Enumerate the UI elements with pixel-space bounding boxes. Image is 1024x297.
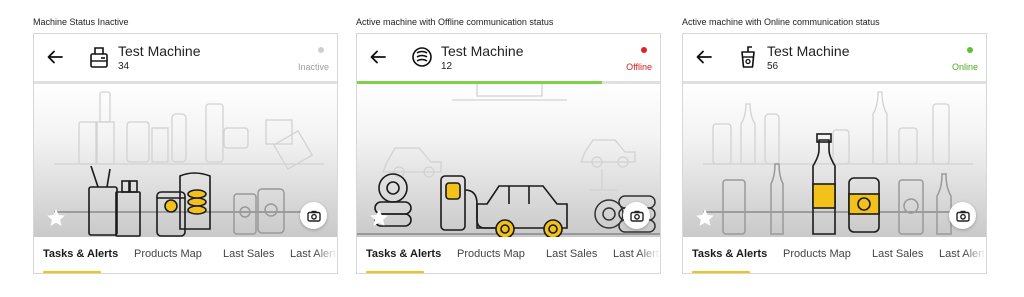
back-arrow-icon[interactable] [45, 47, 65, 67]
tab-tasks-alerts[interactable]: Tasks & Alerts [692, 248, 767, 260]
status-dot [318, 47, 324, 53]
tab-products-map[interactable]: Products Map [134, 248, 202, 260]
tab-bar: Tasks & Alerts Products Map Last Sales L… [683, 237, 986, 273]
machine-name: Test Machine [441, 43, 524, 59]
machine-header: Test Machine 34 Inactive [34, 34, 337, 81]
tab-tasks-alerts[interactable]: Tasks & Alerts [366, 248, 441, 260]
back-arrow-icon[interactable] [694, 47, 714, 67]
panel-caption: Active machine with Online communication… [682, 17, 880, 27]
ticket-machine-icon [90, 47, 108, 68]
tab-products-map[interactable]: Products Map [457, 248, 525, 260]
tab-products-map[interactable]: Products Map [783, 248, 851, 260]
machine-card: Test Machine 56 Online Tasks & Alerts Pr… [682, 33, 987, 274]
status-dot [641, 47, 647, 53]
tab-last-sales[interactable]: Last Sales [223, 248, 274, 260]
tab-last-sales[interactable]: Last Sales [872, 248, 923, 260]
machine-panel-inactive: Machine Status Inactive Test Machine 34 … [33, 0, 338, 297]
status-text: Offline [626, 62, 652, 72]
panel-caption: Active machine with Offline communicatio… [356, 17, 554, 27]
machine-card: Test Machine 12 Offline Tasks & Alerts P… [356, 33, 661, 274]
tab-bar: Tasks & Alerts Products Map Last Sales L… [34, 237, 337, 273]
favorite-star-icon[interactable] [45, 207, 67, 229]
active-tab-indicator [366, 271, 424, 273]
camera-icon [955, 210, 970, 222]
camera-button[interactable] [623, 202, 650, 229]
tab-last-sales[interactable]: Last Sales [546, 248, 597, 260]
machine-number: 56 [767, 61, 779, 72]
favorite-star-icon[interactable] [694, 207, 716, 229]
machine-name: Test Machine [118, 43, 201, 59]
machine-card: Test Machine 34 Inactive Tasks & Alerts … [33, 33, 338, 274]
drink-cup-icon [741, 46, 755, 68]
active-tab-indicator [43, 271, 101, 273]
camera-button[interactable] [949, 202, 976, 229]
snack-machine-illustration [34, 84, 337, 237]
status-dot [967, 47, 973, 53]
panel-caption: Machine Status Inactive [33, 17, 129, 27]
machine-name: Test Machine [767, 43, 850, 59]
machine-number: 34 [118, 61, 130, 72]
machine-panel-offline: Active machine with Offline communicatio… [356, 0, 661, 297]
machine-header: Test Machine 56 Online [683, 34, 986, 81]
status-text: Online [951, 62, 978, 72]
camera-button[interactable] [300, 202, 327, 229]
tab-tasks-alerts[interactable]: Tasks & Alerts [43, 248, 118, 260]
machine-header: Test Machine 12 Offline [357, 34, 660, 81]
tab-bar: Tasks & Alerts Products Map Last Sales L… [357, 237, 660, 273]
status-text: Inactive [297, 62, 329, 72]
active-tab-indicator [692, 271, 750, 273]
back-arrow-icon[interactable] [368, 47, 388, 67]
favorite-star-icon[interactable] [368, 207, 390, 229]
car-service-illustration [357, 84, 660, 237]
camera-icon [629, 210, 644, 222]
machine-number: 12 [441, 61, 453, 72]
coil-machine-icon [412, 47, 432, 67]
beverages-illustration [683, 84, 986, 237]
camera-icon [306, 210, 321, 222]
machine-panel-online: Active machine with Online communication… [682, 0, 987, 297]
